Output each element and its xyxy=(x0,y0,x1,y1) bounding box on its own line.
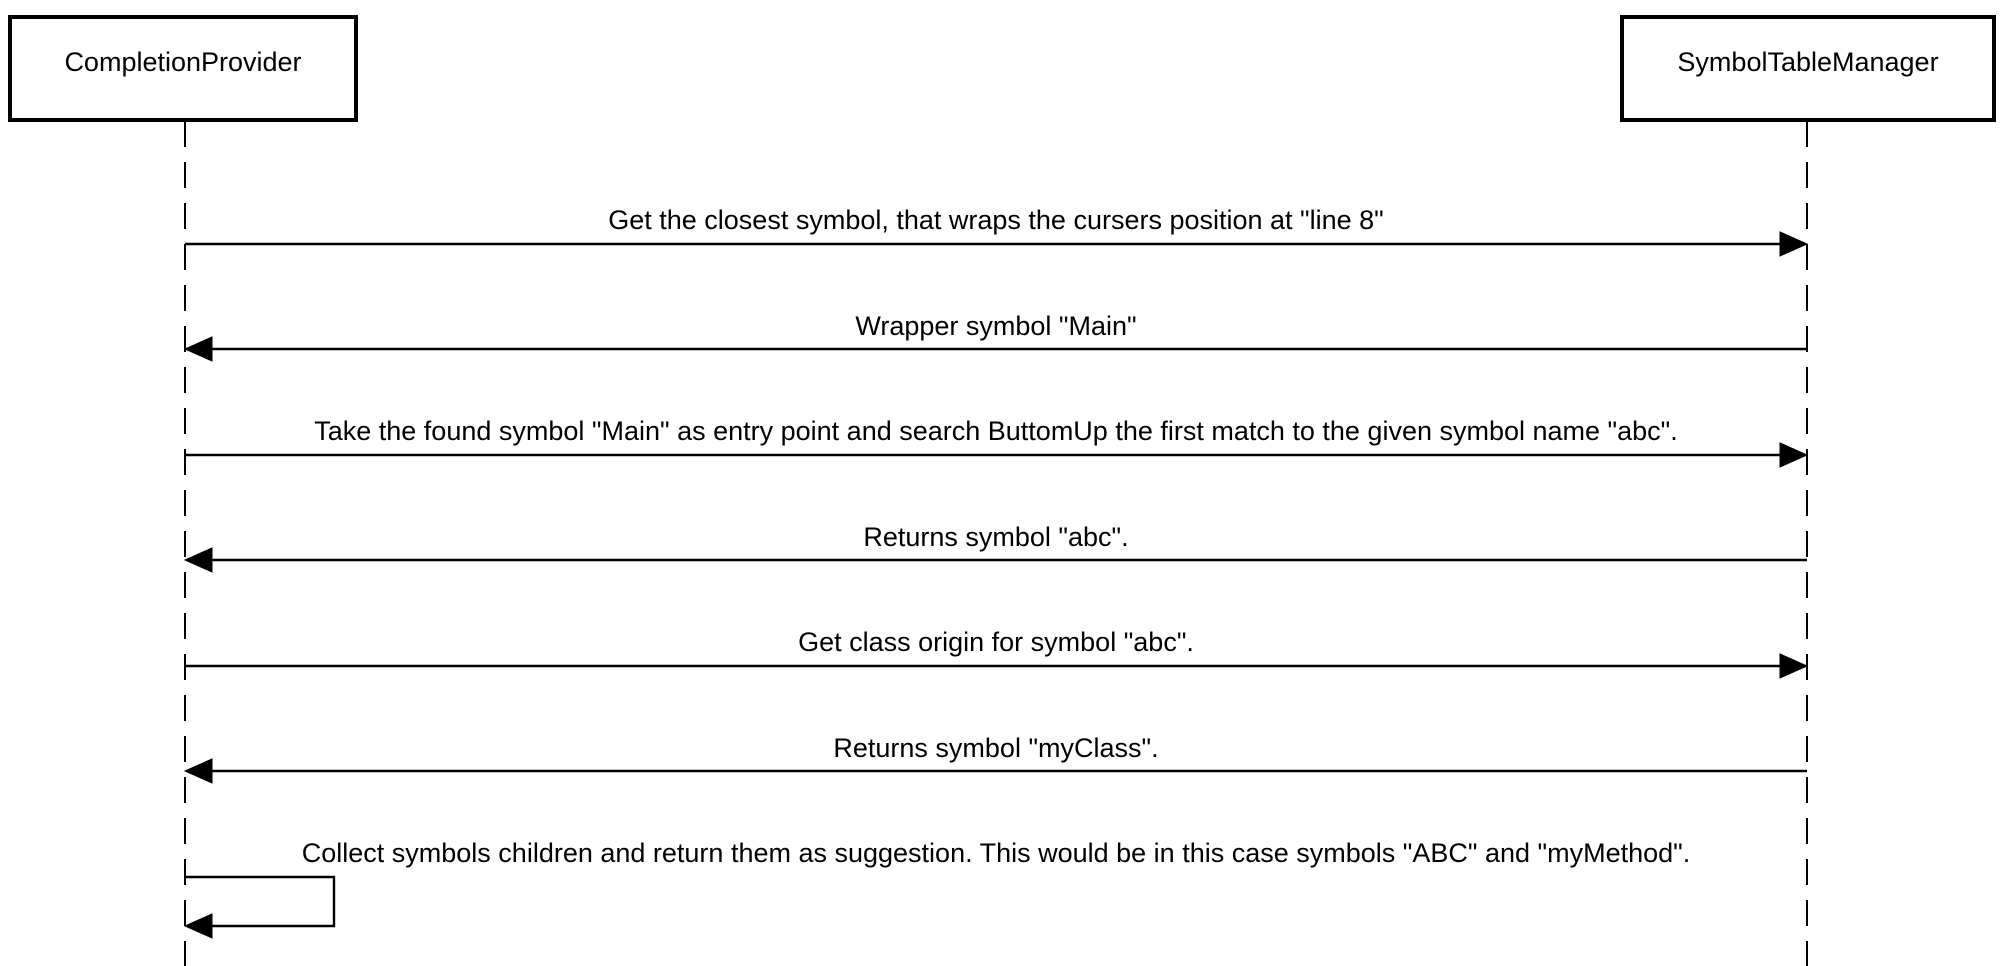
message-label: Get class origin for symbol "abc". xyxy=(798,627,1194,657)
message-6[interactable]: Returns symbol "myClass". xyxy=(183,733,1807,784)
arrowhead-left-icon xyxy=(183,913,213,939)
sequence-diagram: CompletionProvider SymbolTableManager Ge… xyxy=(8,15,1996,966)
arrowhead-right-icon xyxy=(1779,653,1809,679)
participant-symbol-table-manager[interactable]: SymbolTableManager xyxy=(1620,15,1996,122)
message-2[interactable]: Wrapper symbol "Main" xyxy=(183,311,1807,362)
message-3[interactable]: Take the found symbol "Main" as entry po… xyxy=(185,416,1809,468)
message-label: Returns symbol "abc". xyxy=(863,522,1128,552)
arrowhead-left-icon xyxy=(183,547,213,573)
message-label: Returns symbol "myClass". xyxy=(833,733,1158,763)
message-label: Collect symbols children and return them… xyxy=(302,838,1690,868)
message-4[interactable]: Returns symbol "abc". xyxy=(183,522,1807,573)
message-label: Wrapper symbol "Main" xyxy=(855,311,1136,341)
arrowhead-right-icon xyxy=(1779,231,1809,257)
arrowhead-right-icon xyxy=(1779,442,1809,468)
participant-label: SymbolTableManager xyxy=(1677,47,1938,77)
message-7-self[interactable]: Collect symbols children and return them… xyxy=(183,838,1690,939)
message-label: Get the closest symbol, that wraps the c… xyxy=(608,205,1384,235)
participant-label: CompletionProvider xyxy=(64,47,301,77)
message-1[interactable]: Get the closest symbol, that wraps the c… xyxy=(185,205,1809,257)
message-label: Take the found symbol "Main" as entry po… xyxy=(314,416,1678,446)
participant-completion-provider[interactable]: CompletionProvider xyxy=(8,15,358,122)
arrowhead-left-icon xyxy=(183,336,213,362)
arrowhead-left-icon xyxy=(183,758,213,784)
message-5[interactable]: Get class origin for symbol "abc". xyxy=(185,627,1809,679)
